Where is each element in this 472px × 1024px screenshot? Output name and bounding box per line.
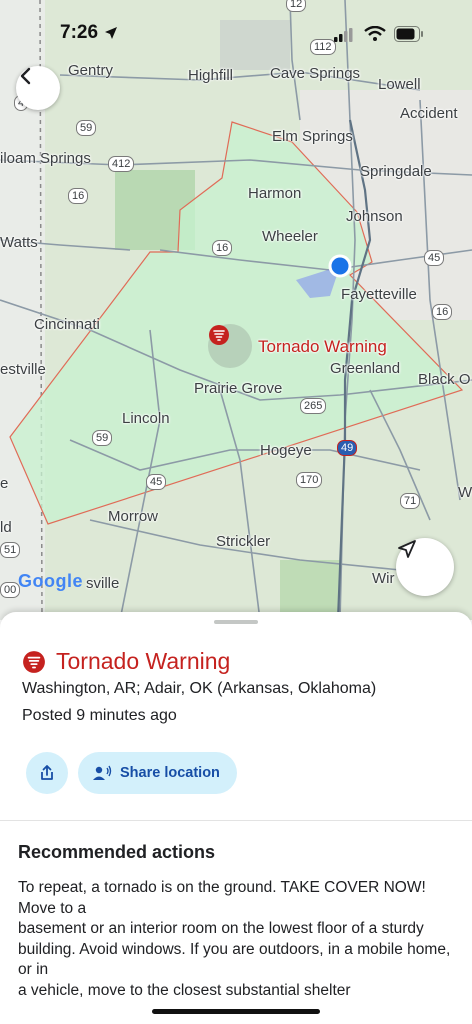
place-label: Johnson <box>346 208 403 225</box>
place-label: Morrow <box>108 508 159 525</box>
status-bar: 7:26 <box>0 0 472 70</box>
recommended-actions-text: To repeat, a tornado is on the ground. T… <box>18 879 451 999</box>
interstate-shield: 49 <box>337 440 358 456</box>
route-shield: 16 <box>212 240 233 256</box>
route-shield: 59 <box>92 430 113 446</box>
share-location-icon <box>93 765 112 780</box>
alert-posted-time: Posted 9 minutes ago <box>22 707 177 724</box>
place-label: Lowell <box>378 76 421 93</box>
place-label: Hogeye <box>260 442 312 459</box>
tornado-icon <box>23 650 45 673</box>
home-indicator[interactable] <box>152 1009 320 1014</box>
cellular-signal-icon <box>334 28 353 42</box>
route-shield: 45 <box>424 250 445 266</box>
back-arrow-icon <box>20 67 31 85</box>
place-label: Springdale <box>360 163 432 180</box>
place-label: Wir <box>372 570 395 587</box>
share-button[interactable] <box>26 752 68 794</box>
wifi-icon <box>364 26 386 41</box>
route-shield: 45 <box>146 474 167 490</box>
alert-heading: Tornado Warning <box>22 648 230 675</box>
place-label: W <box>458 484 472 501</box>
recommended-actions-title: Recommended actions <box>18 842 216 862</box>
route-shield: 71 <box>400 493 421 509</box>
alert-details-sheet[interactable]: Tornado Warning Washington, AR; Adair, O… <box>0 612 472 1024</box>
place-label: Black O <box>418 371 471 388</box>
map-canvas[interactable] <box>0 0 472 620</box>
route-shield: 59 <box>76 120 97 136</box>
route-shield: 412 <box>108 156 135 172</box>
recenter-button[interactable] <box>396 538 454 596</box>
alert-region: Washington, AR; Adair, OK (Arkansas, Okl… <box>22 680 377 697</box>
share-location-button[interactable]: Share location <box>78 752 237 794</box>
share-location-label: Share location <box>120 765 220 781</box>
navigation-arrow-icon <box>398 540 416 558</box>
map-view[interactable]: Gentry Highfill Cave Springs Lowell Acci… <box>0 0 472 620</box>
place-label: Elm Springs <box>272 128 353 145</box>
route-shield: 170 <box>296 472 323 488</box>
tornado-icon <box>209 325 229 345</box>
current-location-dot <box>328 254 352 278</box>
place-label: ld <box>0 519 12 536</box>
place-label: e <box>0 475 9 492</box>
place-label: Fayetteville <box>341 286 417 303</box>
alert-title: Tornado Warning <box>56 648 231 674</box>
route-shield: 265 <box>300 398 327 414</box>
route-shield: 16 <box>432 304 453 320</box>
google-attribution: Google <box>18 571 83 592</box>
place-label: Strickler <box>216 533 271 550</box>
place-label: iloam Springs <box>0 150 91 167</box>
place-label: Watts <box>0 234 38 251</box>
status-time: 7:26 <box>60 22 99 43</box>
place-label: Harmon <box>248 185 302 202</box>
route-shield: 51 <box>0 542 21 558</box>
divider <box>0 820 472 821</box>
battery-icon <box>394 26 423 42</box>
share-icon <box>41 765 53 780</box>
warning-map-label: Tornado Warning <box>258 337 387 356</box>
drag-handle[interactable] <box>214 620 258 624</box>
place-label: Greenland <box>330 360 401 377</box>
back-button[interactable] <box>16 66 60 110</box>
tornado-warning-marker[interactable] <box>208 324 252 368</box>
place-label: Prairie Grove <box>194 380 283 397</box>
place-label: Accident <box>400 105 458 122</box>
place-label: Lincoln <box>122 410 170 427</box>
place-label: Wheeler <box>262 228 318 245</box>
place-label: estville <box>0 361 46 378</box>
google-logo: Google <box>18 571 83 591</box>
place-label: Cincinnati <box>34 316 100 333</box>
location-arrow-icon <box>105 27 117 39</box>
route-shield: 16 <box>68 188 89 204</box>
place-label: sville <box>86 575 120 592</box>
